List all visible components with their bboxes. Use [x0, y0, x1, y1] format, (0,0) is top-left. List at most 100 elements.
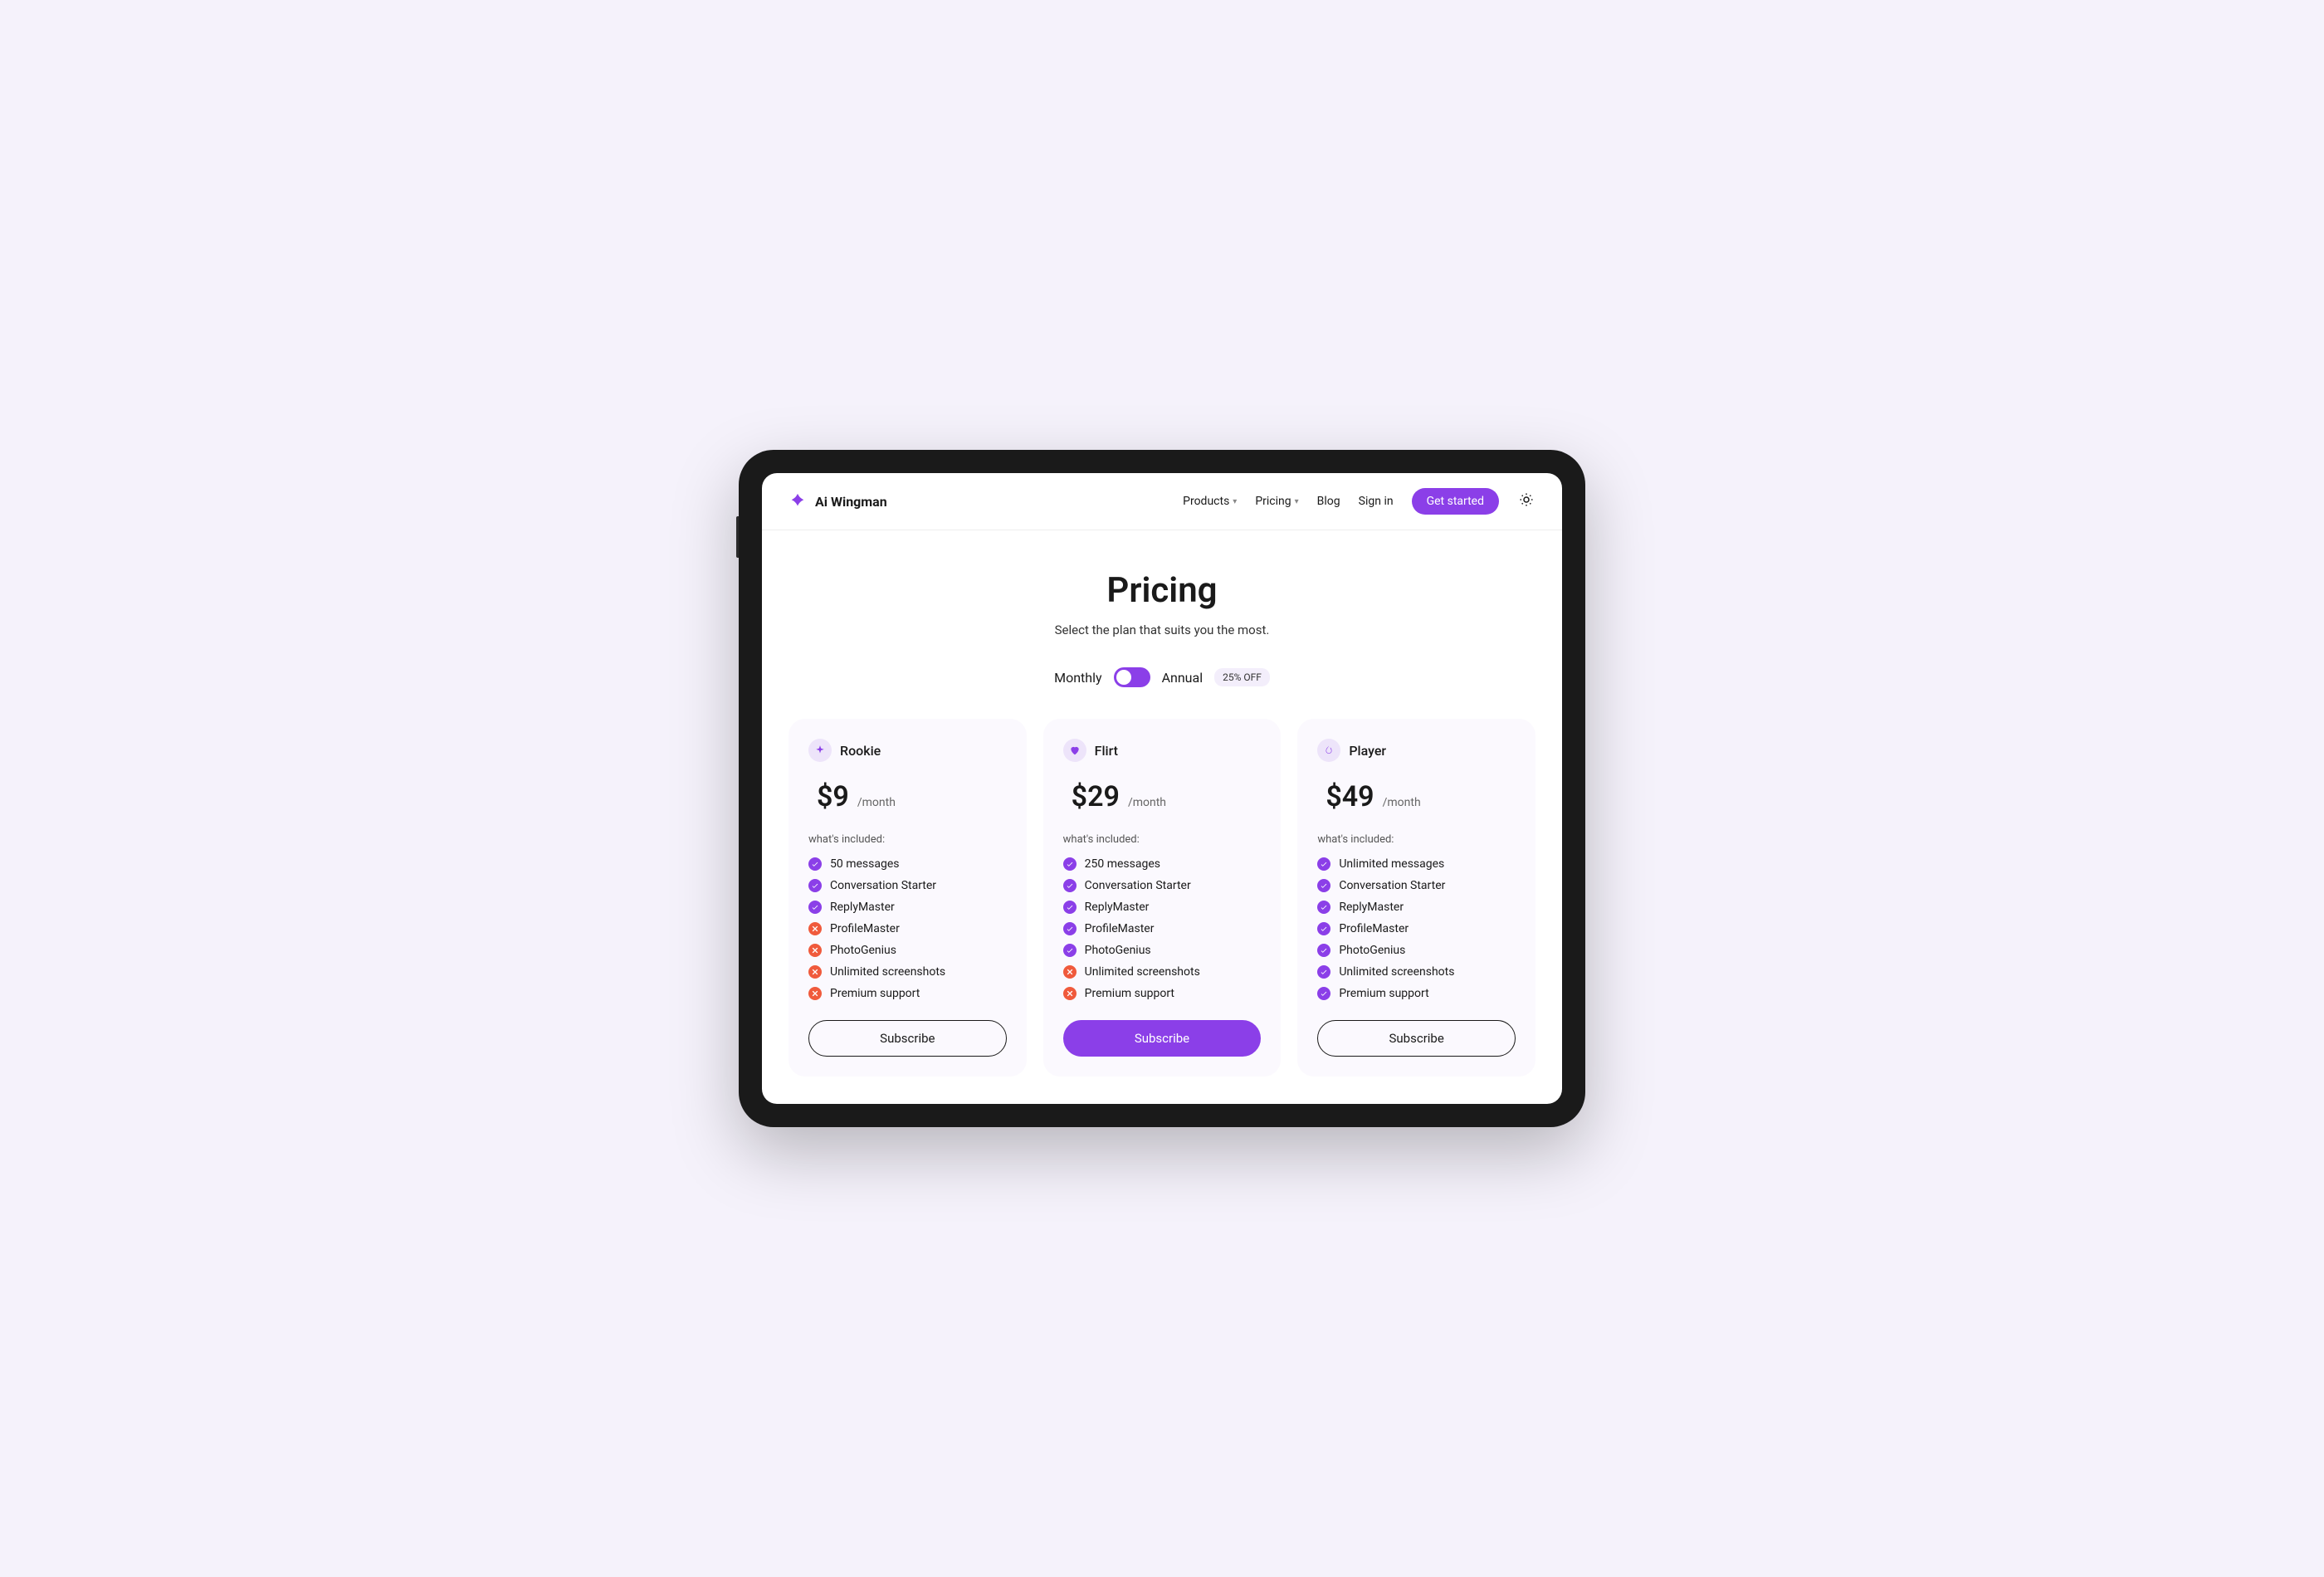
check-icon	[1317, 965, 1330, 979]
billing-toggle[interactable]	[1114, 667, 1150, 687]
check-icon	[808, 879, 822, 892]
feature-item: PhotoGenius	[1317, 944, 1516, 957]
included-label: what's included:	[1063, 833, 1262, 846]
plan-card-player: Player $49 /month what's included: Unlim…	[1297, 719, 1536, 1077]
feature-list: 250 messages Conversation Starter ReplyMas…	[1063, 857, 1262, 1000]
feature-item: ReplyMaster	[1063, 901, 1262, 914]
check-icon	[1063, 922, 1077, 935]
plan-period: /month	[857, 796, 896, 809]
subscribe-button[interactable]: Subscribe	[1317, 1020, 1516, 1057]
plan-name: Flirt	[1095, 743, 1118, 759]
included-label: what's included:	[1317, 833, 1516, 846]
nav-pricing-label: Pricing	[1255, 495, 1291, 508]
billing-toggle-row: Monthly Annual 25% OFF	[788, 667, 1536, 687]
feature-item: Unlimited messages	[1317, 857, 1516, 871]
feature-label: ReplyMaster	[830, 901, 895, 914]
chevron-down-icon: ▾	[1233, 497, 1237, 506]
nav-blog[interactable]: Blog	[1317, 495, 1340, 508]
check-icon	[808, 901, 822, 914]
feature-item: ProfileMaster	[1063, 922, 1262, 935]
plan-period: /month	[1383, 796, 1421, 809]
feature-label: Conversation Starter	[1339, 879, 1445, 892]
page-subtitle: Select the plan that suits you the most.	[788, 622, 1536, 637]
feature-label: ProfileMaster	[830, 922, 900, 935]
feature-label: Unlimited messages	[1339, 857, 1444, 871]
feature-label: Unlimited screenshots	[1085, 965, 1200, 979]
cross-icon	[1063, 965, 1077, 979]
header: Ai Wingman Products ▾ Pricing ▾ Blog Sig…	[762, 473, 1562, 530]
check-icon	[1317, 857, 1330, 871]
feature-label: Conversation Starter	[1085, 879, 1191, 892]
feature-label: PhotoGenius	[1339, 944, 1405, 957]
check-icon	[1317, 987, 1330, 1000]
cross-icon	[808, 944, 822, 957]
feature-label: ReplyMaster	[1085, 901, 1150, 914]
plan-name: Player	[1349, 743, 1386, 759]
check-icon	[1317, 944, 1330, 957]
included-label: what's included:	[808, 833, 1007, 846]
feature-label: 50 messages	[830, 857, 900, 871]
logo-text: Ai Wingman	[815, 494, 887, 510]
feature-label: ReplyMaster	[1339, 901, 1404, 914]
feature-label: Unlimited screenshots	[1339, 965, 1454, 979]
check-icon	[1063, 944, 1077, 957]
feature-item: Unlimited screenshots	[1063, 965, 1262, 979]
check-icon	[1317, 922, 1330, 935]
feature-label: Conversation Starter	[830, 879, 936, 892]
plan-price: $49	[1326, 780, 1374, 813]
feature-label: Premium support	[1085, 987, 1174, 1000]
feature-label: ProfileMaster	[1085, 922, 1155, 935]
check-icon	[1063, 857, 1077, 871]
nav-signin-label: Sign in	[1359, 495, 1394, 508]
subscribe-button[interactable]: Subscribe	[1063, 1020, 1262, 1057]
chevron-down-icon: ▾	[1295, 497, 1299, 506]
feature-item: Premium support	[808, 987, 1007, 1000]
price-row: $49 /month	[1317, 780, 1516, 813]
plan-period: /month	[1128, 796, 1166, 809]
nav-products[interactable]: Products ▾	[1183, 495, 1237, 508]
price-row: $9 /month	[808, 780, 1007, 813]
nav: Products ▾ Pricing ▾ Blog Sign in Get st…	[1183, 488, 1536, 515]
check-icon	[1317, 879, 1330, 892]
feature-item: 250 messages	[1063, 857, 1262, 871]
feature-list: 50 messages Conversation Starter ReplyMast…	[808, 857, 1007, 1000]
plan-card-rookie: Rookie $9 /month what's included: 50 mes…	[788, 719, 1027, 1077]
heart-icon	[1063, 739, 1086, 762]
subscribe-label: Subscribe	[1135, 1031, 1189, 1046]
logo[interactable]: Ai Wingman	[788, 492, 887, 510]
flame-icon	[1317, 739, 1340, 762]
nav-pricing[interactable]: Pricing ▾	[1255, 495, 1298, 508]
feature-item: Premium support	[1063, 987, 1262, 1000]
nav-products-label: Products	[1183, 495, 1229, 508]
feature-item: ReplyMaster	[808, 901, 1007, 914]
subscribe-button[interactable]: Subscribe	[808, 1020, 1007, 1057]
toggle-annual-label: Annual	[1162, 670, 1204, 686]
plan-card-flirt: Flirt $29 /month what's included: 250 me…	[1043, 719, 1282, 1077]
nav-signin[interactable]: Sign in	[1359, 495, 1394, 508]
check-icon	[1317, 901, 1330, 914]
feature-label: Unlimited screenshots	[830, 965, 945, 979]
plan-header: Flirt	[1063, 739, 1262, 762]
feature-item: ReplyMaster	[1317, 901, 1516, 914]
feature-label: PhotoGenius	[1085, 944, 1151, 957]
feature-item: 50 messages	[808, 857, 1007, 871]
feature-label: ProfileMaster	[1339, 922, 1409, 935]
check-icon	[1063, 879, 1077, 892]
discount-badge: 25% OFF	[1214, 668, 1270, 686]
sun-icon	[1519, 492, 1534, 510]
cross-icon	[808, 922, 822, 935]
feature-item: ProfileMaster	[1317, 922, 1516, 935]
get-started-button[interactable]: Get started	[1412, 488, 1499, 515]
feature-item: PhotoGenius	[808, 944, 1007, 957]
plan-header: Rookie	[808, 739, 1007, 762]
feature-label: PhotoGenius	[830, 944, 896, 957]
sparkle-icon	[808, 739, 832, 762]
theme-toggle-button[interactable]	[1517, 492, 1536, 510]
plan-price: $29	[1072, 780, 1120, 813]
subscribe-label: Subscribe	[880, 1031, 935, 1046]
feature-item: Premium support	[1317, 987, 1516, 1000]
price-row: $29 /month	[1063, 780, 1262, 813]
feature-item: ProfileMaster	[808, 922, 1007, 935]
cross-icon	[808, 965, 822, 979]
feature-label: Premium support	[830, 987, 920, 1000]
